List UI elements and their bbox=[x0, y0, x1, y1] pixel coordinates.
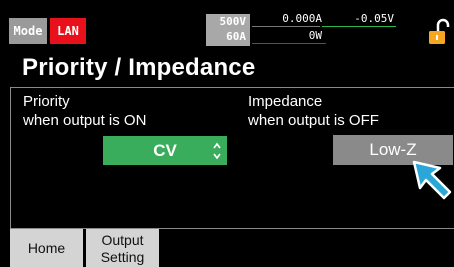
tab-home[interactable]: Home bbox=[10, 229, 83, 267]
measured-current: 0.000A bbox=[282, 12, 322, 25]
tab-output-setting[interactable]: Output Setting bbox=[86, 229, 159, 267]
rated-voltage: 500V bbox=[219, 15, 247, 28]
mode-badge[interactable]: Mode bbox=[9, 18, 47, 44]
impedance-label-line1: Impedance bbox=[248, 93, 323, 110]
voltage-underline bbox=[322, 26, 396, 27]
lan-badge: LAN bbox=[50, 18, 86, 44]
impedance-label: Impedance when output is OFF bbox=[248, 92, 379, 130]
up-down-arrows-icon bbox=[213, 142, 221, 160]
priority-label-line1: Priority bbox=[23, 93, 70, 110]
tab-output-label-line1: Output bbox=[101, 232, 144, 248]
instrument-screen: Mode LAN 500V 60A 0.000A -0.05V 0W Prior… bbox=[0, 0, 454, 267]
measured-power: 0W bbox=[308, 29, 322, 42]
tab-output-label-line2: Setting bbox=[100, 249, 145, 265]
priority-select[interactable]: CV bbox=[103, 136, 227, 165]
priority-label: Priority when output is ON bbox=[23, 92, 146, 130]
measured-voltage: -0.05V bbox=[354, 12, 394, 25]
current-underline bbox=[252, 26, 320, 27]
rated-current: 60A bbox=[226, 30, 246, 43]
priority-label-line2: when output is ON bbox=[23, 112, 147, 129]
pointer-arrow-icon bbox=[412, 160, 452, 200]
open-lock-icon[interactable] bbox=[426, 18, 450, 46]
rating-display: 500V 60A bbox=[206, 14, 250, 46]
tab-home-label: Home bbox=[27, 239, 66, 256]
priority-value: CV bbox=[153, 140, 177, 160]
impedance-label-line2: when output is OFF bbox=[248, 112, 379, 129]
page-title: Priority / Impedance bbox=[22, 54, 256, 81]
power-underline bbox=[252, 43, 326, 44]
